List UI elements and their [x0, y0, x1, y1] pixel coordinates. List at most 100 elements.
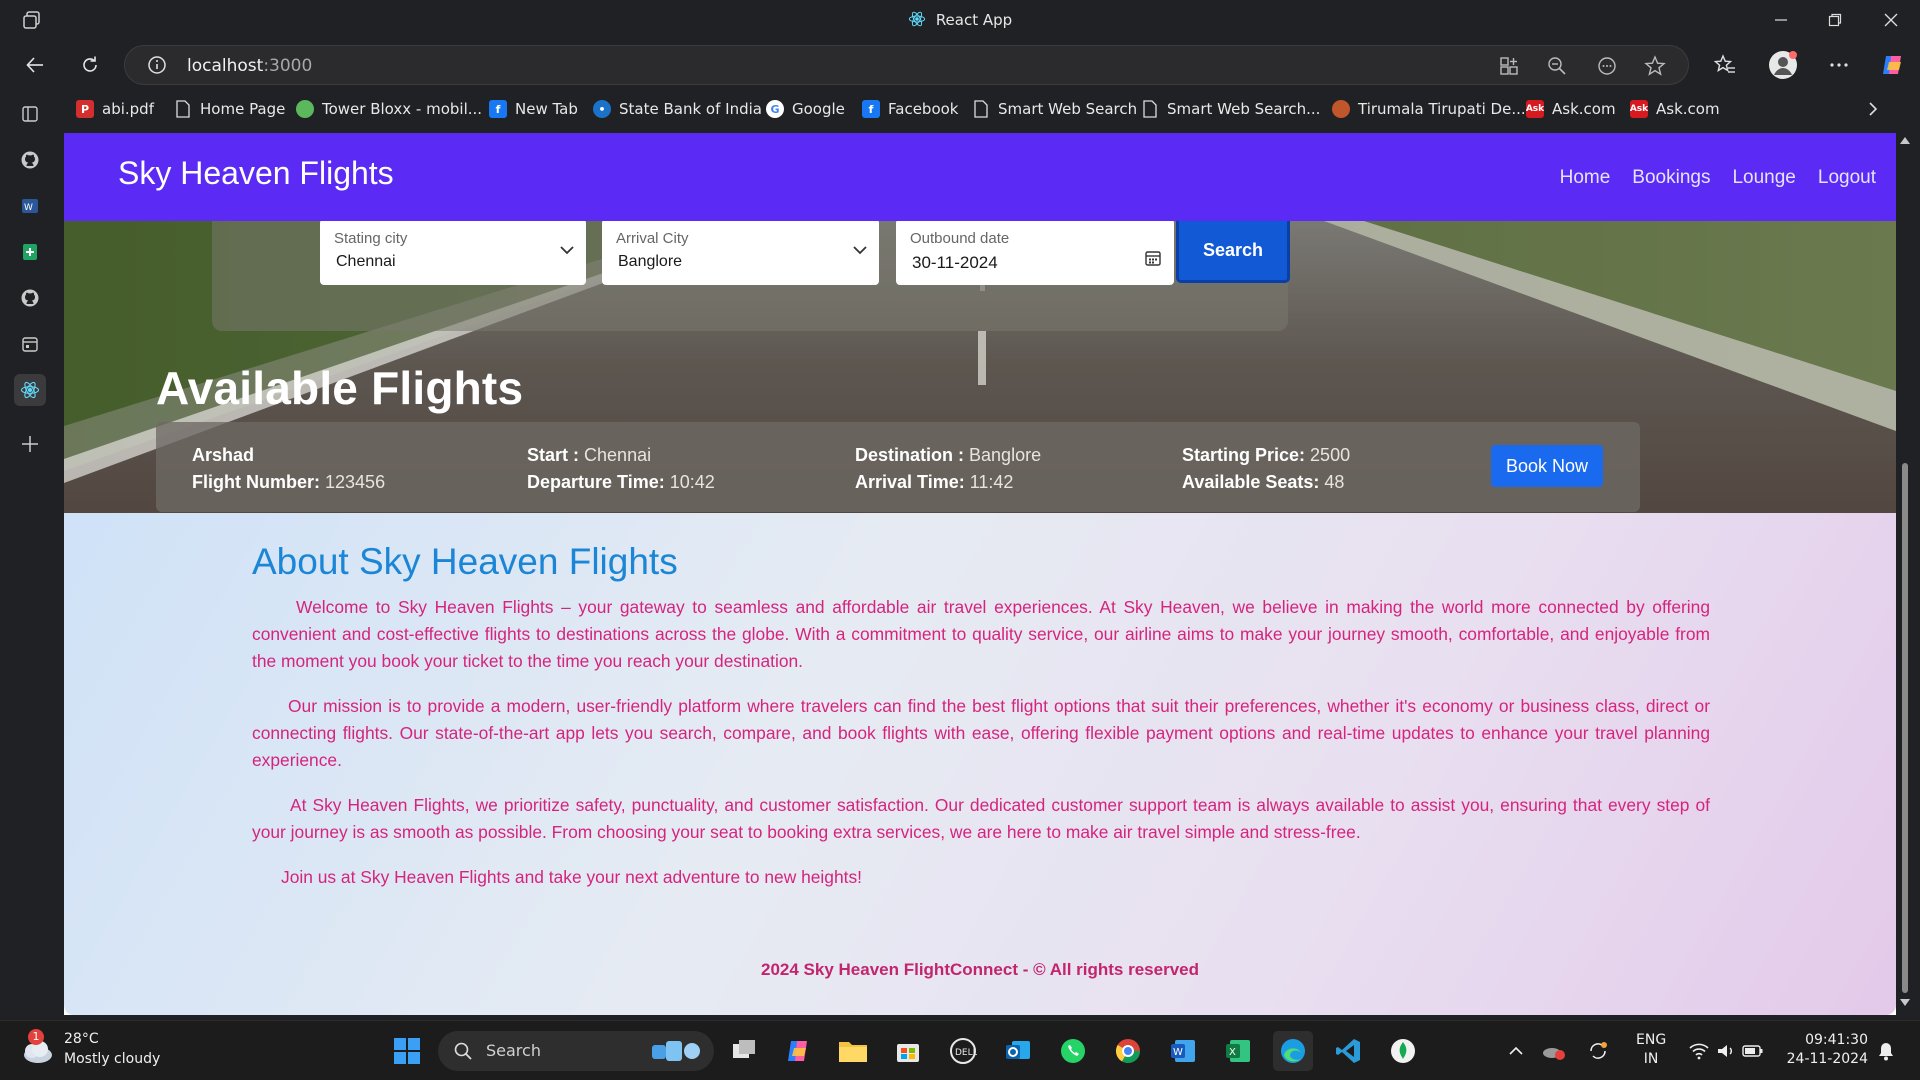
url-host: localhost — [187, 56, 264, 76]
tray-overflow-button[interactable] — [1502, 1031, 1530, 1071]
address-bar[interactable]: localhost:3000 — [124, 45, 1689, 85]
bookmark-item[interactable]: Tirumala Tirupati De... — [1332, 98, 1526, 120]
bookmarks-overflow-button[interactable] — [1868, 98, 1878, 120]
bookmark-item[interactable]: f Facebook — [862, 98, 958, 120]
search-button[interactable]: Search — [1176, 221, 1290, 283]
word-tab[interactable]: W — [14, 190, 46, 222]
word-taskbar-button[interactable]: W — [1163, 1031, 1203, 1071]
github-tab-2[interactable] — [14, 282, 46, 314]
back-button[interactable] — [18, 48, 52, 82]
favorite-star-icon[interactable] — [1643, 54, 1667, 78]
outbound-date-label: Outbound date — [910, 230, 1010, 247]
more-tools-icon[interactable] — [1595, 54, 1619, 78]
bookmark-item[interactable]: Tower Bloxx - mobil... — [296, 98, 482, 120]
window-title: React App — [0, 10, 1920, 29]
flight-number-value: 123456 — [325, 472, 386, 492]
network-volume-battery-button[interactable] — [1686, 1031, 1766, 1071]
tab-actions-button[interactable] — [14, 98, 46, 130]
scroll-down-arrow-icon[interactable] — [1900, 999, 1910, 1006]
minimize-button[interactable] — [1752, 0, 1810, 40]
chevron-down-icon — [560, 246, 574, 255]
outlook-button[interactable] — [998, 1031, 1038, 1071]
taskbar-search-box[interactable]: Search — [438, 1031, 714, 1071]
bookmark-label: Home Page — [200, 100, 286, 118]
refresh-button[interactable] — [73, 48, 107, 82]
app-available-icon[interactable] — [1497, 54, 1521, 78]
mongodb-button[interactable] — [1383, 1031, 1423, 1071]
bookmark-item[interactable]: Ask Ask.com — [1526, 98, 1616, 120]
restore-button[interactable] — [1806, 0, 1864, 40]
ask-icon: Ask — [1526, 100, 1544, 118]
copilot-taskbar-button[interactable] — [779, 1031, 819, 1071]
bookmark-item[interactable]: Home Page — [174, 98, 285, 120]
calendar-icon[interactable] — [1144, 249, 1162, 267]
clock[interactable]: 09:41:30 24-11-2024 — [1778, 1031, 1868, 1069]
store-button[interactable] — [888, 1031, 928, 1071]
bookmark-item[interactable]: • State Bank of India — [593, 98, 762, 120]
about-section: About Sky Heaven Flights Welcome to Sky … — [64, 513, 1896, 1015]
weather-widget[interactable]: 1 28°C Mostly cloudy — [20, 1029, 200, 1073]
chrome-button[interactable] — [1108, 1031, 1148, 1071]
starting-city-select[interactable]: Stating city Chennai — [320, 221, 586, 285]
whatsapp-button[interactable] — [1053, 1031, 1093, 1071]
sbi-icon: • — [593, 100, 611, 118]
book-now-button[interactable]: Book Now — [1491, 445, 1603, 487]
language-code: ENG — [1636, 1032, 1667, 1048]
arrival-city-select[interactable]: Arrival City Banglore — [602, 221, 879, 285]
favorites-button[interactable] — [1708, 48, 1742, 82]
copilot-button[interactable] — [1876, 48, 1910, 82]
scroll-up-arrow-icon[interactable] — [1900, 137, 1910, 144]
operator-name: Arshad — [192, 445, 255, 465]
minimize-icon — [1775, 19, 1787, 21]
notifications-button[interactable] — [1872, 1031, 1900, 1071]
github-tab[interactable] — [14, 144, 46, 176]
search-highlight-icon — [652, 1041, 700, 1061]
nav-lounge-link[interactable]: Lounge — [1732, 167, 1795, 189]
sheets-tab[interactable] — [14, 236, 46, 268]
volume-icon — [1718, 1045, 1732, 1057]
settings-more-button[interactable] — [1822, 48, 1856, 82]
task-view-button[interactable] — [724, 1031, 764, 1071]
calendar-tab[interactable] — [14, 328, 46, 360]
start-button[interactable] — [387, 1031, 427, 1071]
about-paragraphs: Welcome to Sky Heaven Flights – your gat… — [252, 594, 1710, 909]
close-window-button[interactable] — [1862, 0, 1920, 40]
bookmark-item[interactable]: Ask Ask.com — [1630, 98, 1720, 120]
bookmark-label: Tower Bloxx - mobil... — [322, 100, 483, 118]
outbound-date-field[interactable]: Outbound date 30-11-2024 — [896, 221, 1174, 285]
profile-button[interactable] — [1766, 48, 1800, 82]
edge-button[interactable] — [1273, 1031, 1313, 1071]
new-tab-button[interactable] — [14, 428, 46, 460]
bookmarks-bar: Pabi.pdf Home Page Tower Bloxx - mobil..… — [64, 92, 1920, 126]
tabs-icon — [22, 106, 38, 122]
word-icon: W — [22, 199, 38, 213]
bookmark-item[interactable]: G Google — [766, 98, 845, 120]
onedrive-tray-icon[interactable] — [1540, 1031, 1568, 1071]
url-text[interactable]: localhost:3000 — [187, 56, 312, 76]
scrollbar-thumb[interactable] — [1902, 463, 1908, 993]
file-explorer-button[interactable] — [833, 1031, 873, 1071]
brand-title[interactable]: Sky Heaven Flights — [118, 155, 394, 192]
url-port: :3000 — [263, 56, 313, 76]
bookmark-label: Smart Web Search — [998, 100, 1138, 118]
zoom-icon[interactable] — [1545, 54, 1569, 78]
react-app-tab[interactable] — [14, 374, 46, 406]
edge-icon — [1281, 1039, 1305, 1063]
bookmark-item[interactable]: Smart Web Search — [972, 98, 1137, 120]
plus-icon — [22, 436, 38, 452]
bookmark-label: Tirumala Tirupati De... — [1358, 100, 1526, 118]
bookmark-item[interactable]: f New Tab — [489, 98, 578, 120]
dell-button[interactable]: DELL — [943, 1031, 983, 1071]
site-info-icon[interactable] — [147, 55, 167, 75]
nav-logout-link[interactable]: Logout — [1818, 167, 1876, 189]
page-scrollbar[interactable] — [1896, 133, 1914, 1015]
excel-button[interactable]: X — [1218, 1031, 1258, 1071]
nav-bookings-link[interactable]: Bookings — [1632, 167, 1710, 189]
vscode-button[interactable] — [1328, 1031, 1368, 1071]
bookmark-item[interactable]: Pabi.pdf — [76, 98, 154, 120]
page-icon — [972, 100, 990, 118]
language-indicator[interactable]: ENG IN — [1636, 1031, 1666, 1069]
sync-tray-icon[interactable] — [1584, 1031, 1612, 1071]
bookmark-item[interactable]: Smart Web Search... — [1141, 98, 1320, 120]
nav-home-link[interactable]: Home — [1560, 167, 1611, 189]
